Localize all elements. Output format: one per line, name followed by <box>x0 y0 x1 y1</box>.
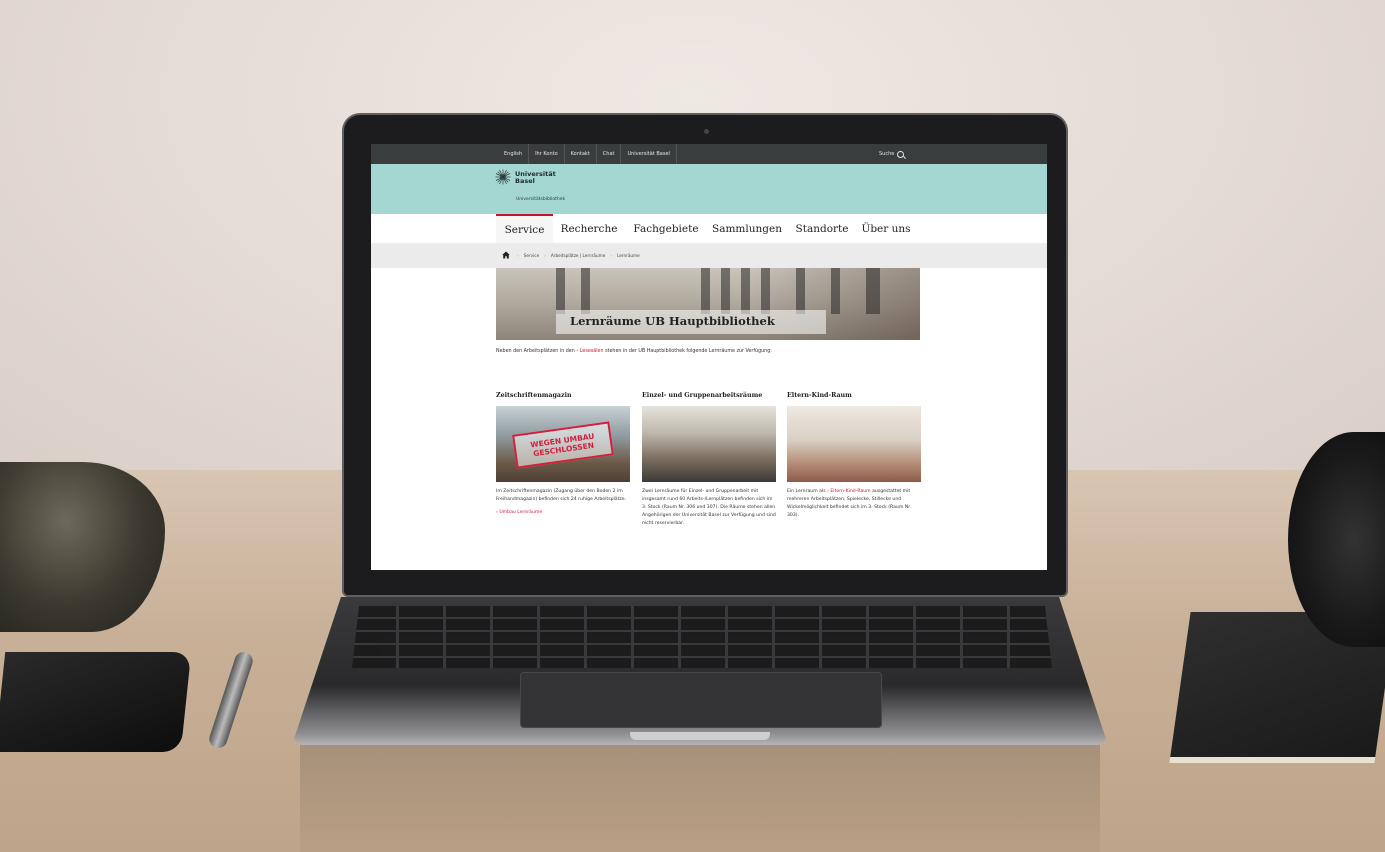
desk-reflection <box>300 745 1100 852</box>
link-eltern-kind-raum[interactable]: › Eltern-Kind-Raum <box>827 489 871 494</box>
link-eltern-kind-label: Eltern-Kind-Raum <box>830 489 871 494</box>
hero-banner: Lernräume UB Hauptbibliothek <box>496 268 920 340</box>
link-umbau-label: Umbau Lernräume <box>499 510 543 515</box>
nav-recherche[interactable]: Recherche <box>558 214 620 243</box>
breadcrumb-trail: › Service › Arbeitsplätze | Lernräume › … <box>517 243 640 268</box>
trackpad <box>520 672 882 728</box>
laptop-screen: English Ihr Konto Kontakt Chat Universit… <box>371 144 1047 570</box>
brand-subtitle[interactable]: Universitätsbibliothek <box>516 197 565 202</box>
home-icon[interactable] <box>502 251 510 259</box>
breadcrumb-service[interactable]: Service <box>524 253 539 258</box>
card-text: Zwei Lernräume für Einzel- und Gruppenar… <box>642 489 776 526</box>
card-text-before: Ein Lernraum als <box>787 489 828 494</box>
breadcrumb-lernraeume: Lernräume <box>616 253 640 258</box>
nav-service[interactable]: Service <box>496 214 553 245</box>
brand-band <box>371 164 1047 214</box>
card-title: Einzel- und Gruppenarbeitsräume <box>642 392 763 399</box>
hero-window <box>831 268 840 314</box>
hero-window <box>581 268 590 314</box>
link-umbau-lernraeume[interactable]: › Umbau Lernräume <box>496 510 630 515</box>
intro-text: Neben den Arbeitsplätzen in den › Lesesä… <box>496 349 920 354</box>
nav-standorte[interactable]: Standorte <box>793 214 851 243</box>
breadcrumb-separator-icon: › <box>544 253 546 258</box>
search-button[interactable]: Suche <box>879 144 919 164</box>
closed-stamp: WEGEN UMBAU GESCHLOSSEN <box>512 421 614 469</box>
breadcrumb-arbeitsplaetze[interactable]: Arbeitsplätze | Lernräume <box>551 253 605 258</box>
hero-window <box>866 268 880 314</box>
nav-sammlungen[interactable]: Sammlungen <box>709 214 785 243</box>
brand-name[interactable]: Universität Basel <box>515 171 575 185</box>
card-text: Ein Lernraum als › Eltern-Kind-Raum ausg… <box>787 488 921 520</box>
intro-before: Neben den Arbeitsplätzen in den <box>496 349 577 354</box>
top-link-account[interactable]: Ihr Konto <box>529 144 565 164</box>
nav-fachgebiete[interactable]: Fachgebiete <box>631 214 701 243</box>
card-eltern-kind-raum: Eltern-Kind-Raum Ein Lernraum als › Elte… <box>787 392 921 520</box>
page-title: Lernräume UB Hauptbibliothek <box>570 314 775 328</box>
search-icon <box>897 150 905 158</box>
hero-window <box>556 268 565 314</box>
link-lesesaele-label: Lesesälen <box>579 349 604 354</box>
card-text: Im Zeitschriftenmagazin (Zugang über den… <box>496 489 627 502</box>
card-image[interactable] <box>787 406 921 482</box>
hero-window <box>701 268 710 314</box>
card-gruppenarbeitsraeume: Einzel- und Gruppenarbeitsräume Zwei Ler… <box>642 392 776 528</box>
top-nav: English Ihr Konto Kontakt Chat Universit… <box>498 144 677 164</box>
hero-window <box>796 268 805 314</box>
smartphone <box>0 652 192 752</box>
link-lesesaele[interactable]: › Lesesälen <box>576 349 603 354</box>
hero-window <box>721 268 730 314</box>
top-link-chat[interactable]: Chat <box>597 144 622 164</box>
top-link-english[interactable]: English <box>498 144 530 164</box>
laptop-camera <box>704 129 709 134</box>
card-title: Eltern-Kind-Raum <box>787 392 852 399</box>
card-zeitschriftenmagazin: Zeitschriftenmagazin WEGEN UMBAU GESCHLO… <box>496 392 630 515</box>
card-title: Zeitschriftenmagazin <box>496 392 572 399</box>
intro-after: stehen in der UB Hauptbibliothek folgend… <box>603 349 772 354</box>
hero-window <box>761 268 770 314</box>
hero-window <box>741 268 750 314</box>
university-seal-icon[interactable] <box>495 169 511 185</box>
keyboard-rows <box>352 606 1052 668</box>
search-label: Suche <box>879 151 895 157</box>
card-image[interactable] <box>642 406 776 482</box>
breadcrumb-separator-icon: › <box>610 253 612 258</box>
nav-ueber-uns[interactable]: Über uns <box>860 214 912 243</box>
main-nav: Service Recherche Fachgebiete Sammlungen… <box>371 214 1047 245</box>
top-link-university[interactable]: Universität Basel <box>621 144 677 164</box>
top-bar <box>371 144 1047 164</box>
card-image[interactable]: WEGEN UMBAU GESCHLOSSEN <box>496 406 630 482</box>
breadcrumb-separator-icon: › <box>517 253 519 258</box>
top-link-contact[interactable]: Kontakt <box>565 144 597 164</box>
laptop-notch <box>630 732 770 740</box>
breadcrumb <box>371 243 1047 268</box>
brand-name-line2: Basel <box>515 177 535 185</box>
